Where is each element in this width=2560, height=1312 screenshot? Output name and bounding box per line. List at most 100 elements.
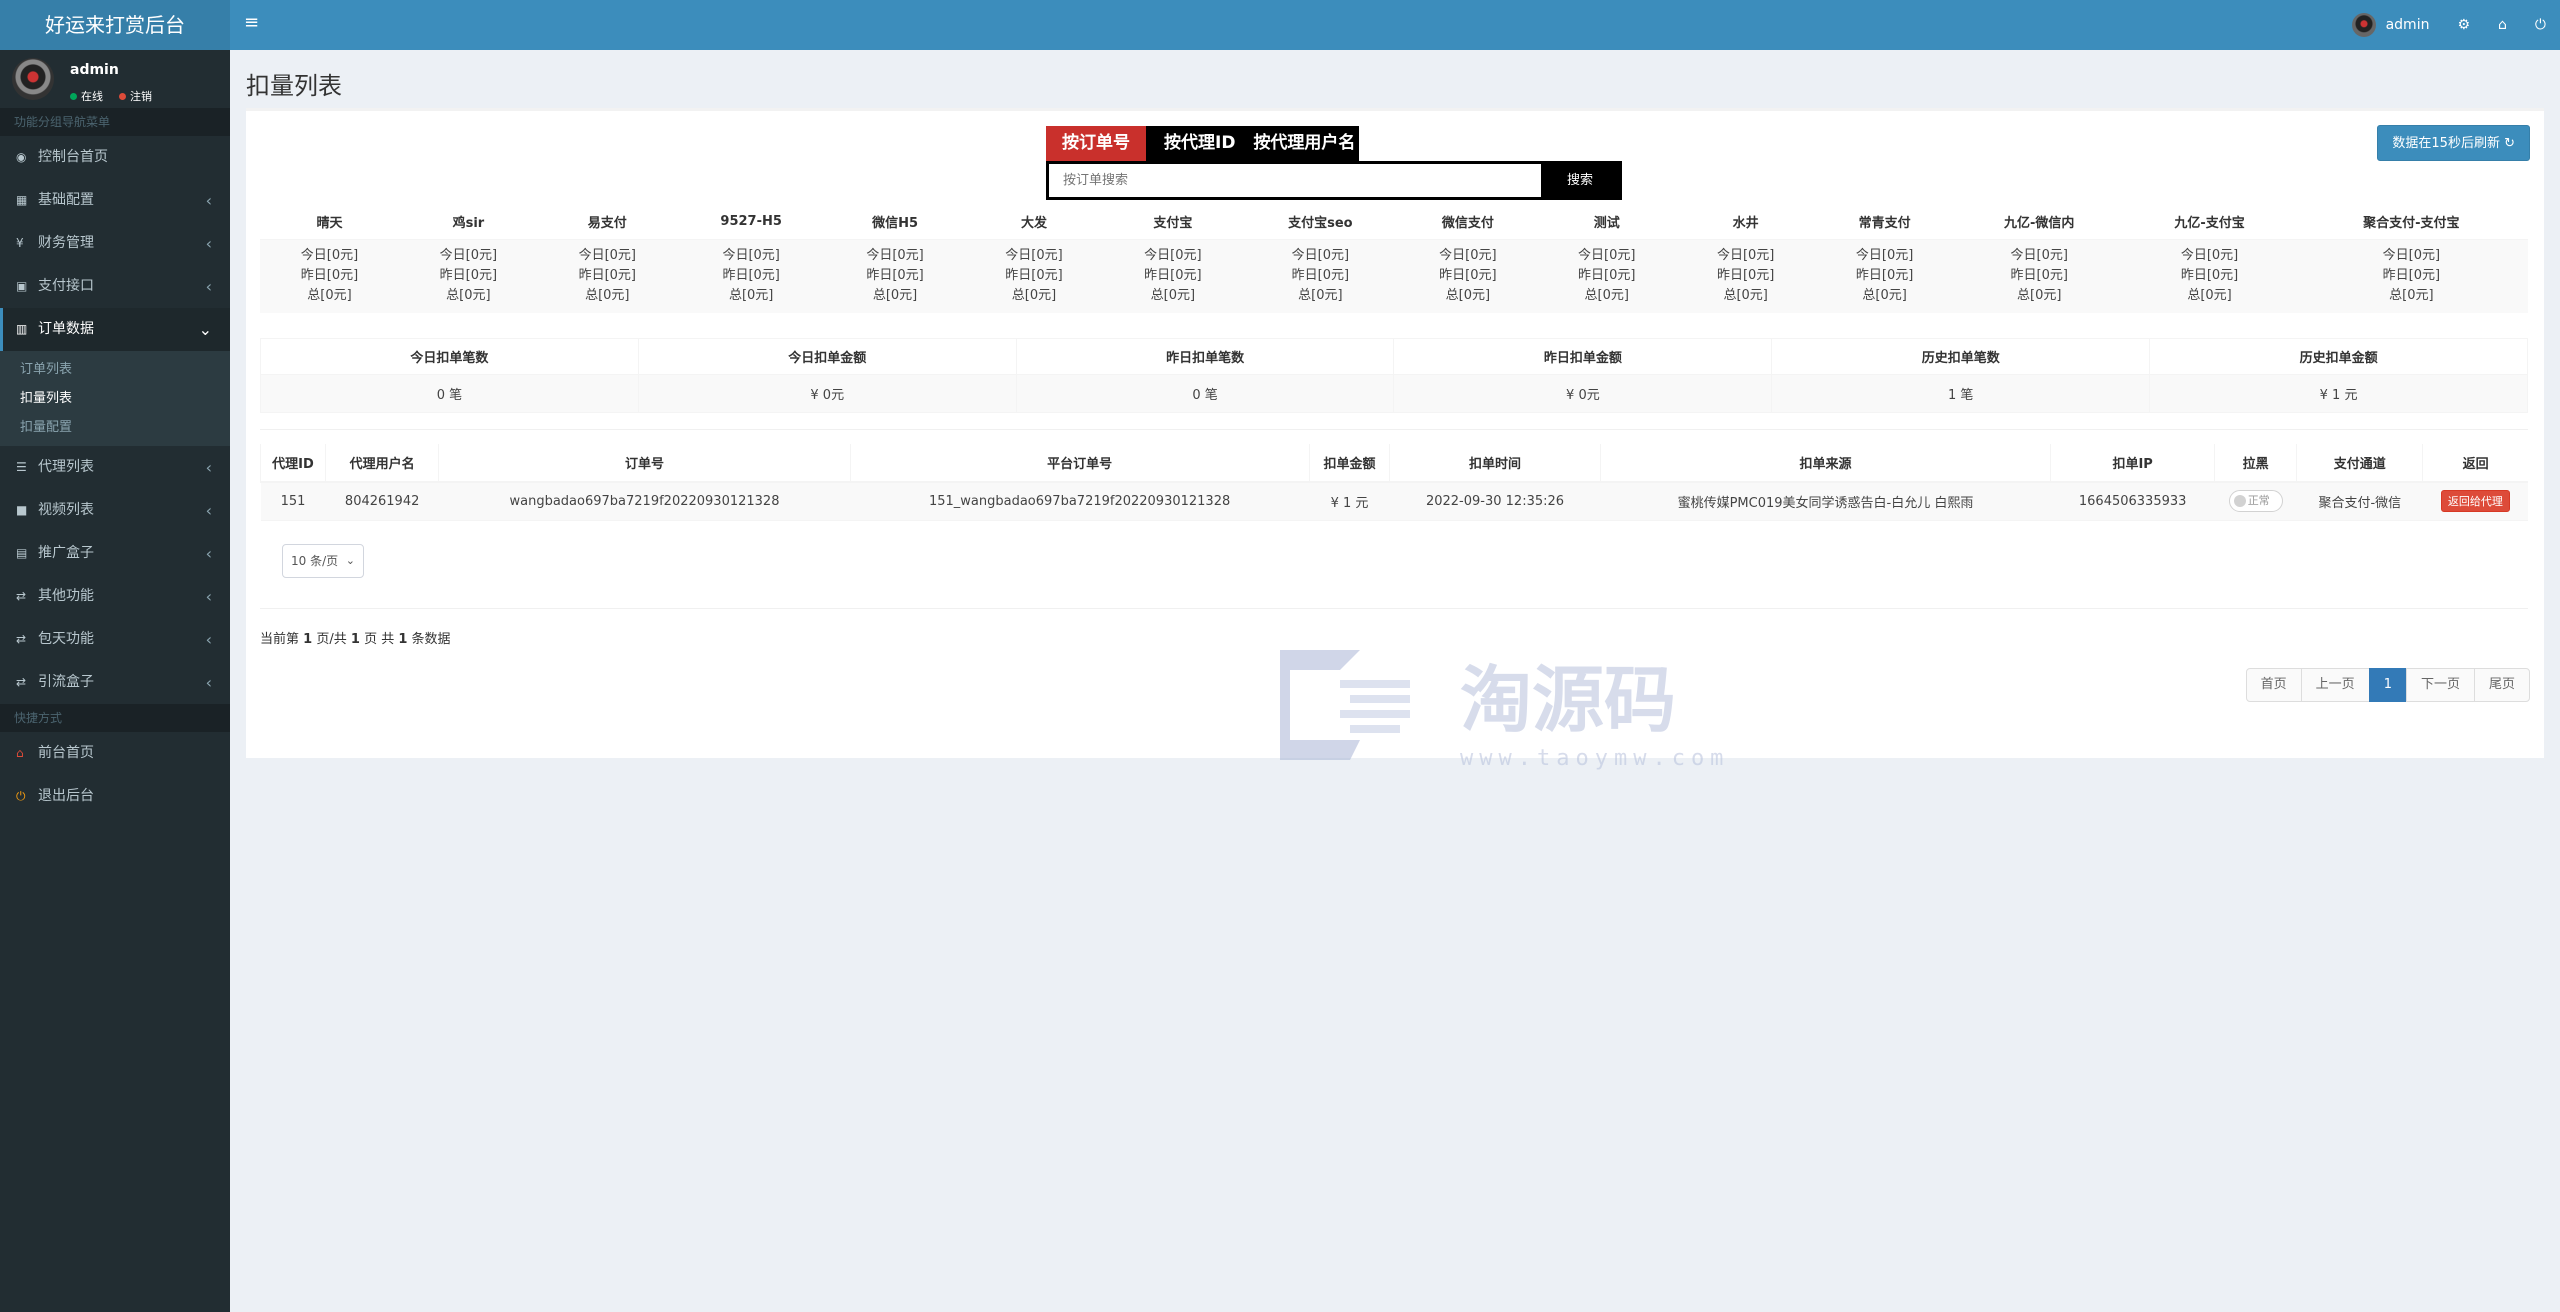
chevron-left-icon: ‹	[205, 234, 212, 253]
logout-link[interactable]: 注销	[119, 88, 152, 104]
deduction-stats-table: 今日扣单笔数 今日扣单金额 昨日扣单笔数 昨日扣单金额 历史扣单笔数 历史扣单金额 0 笔…	[260, 338, 2528, 413]
sidebar-item-payment[interactable]: ▣ 支付接口 ‹	[0, 265, 230, 308]
home-icon[interactable]: ⌂	[2498, 17, 2507, 33]
sidebar-item-label: 订单数据	[38, 321, 94, 337]
sidebar-item-promo-box[interactable]: ▤ 推广盒子 ‹	[0, 532, 230, 575]
channel-yesterday: 昨日[0元]	[2010, 268, 2068, 284]
channel-yesterday: 昨日[0元]	[1716, 268, 1775, 284]
channel-header: 微信支付	[1398, 205, 1538, 240]
divider	[260, 429, 2528, 430]
channel-today: 今日[0元]	[2010, 248, 2068, 264]
chevron-left-icon: ‹	[205, 544, 212, 563]
sidebar-item-basic-config[interactable]: ▦ 基础配置 ‹	[0, 179, 230, 222]
cell-agent-id: 151	[260, 482, 326, 521]
page-prev[interactable]: 上一页	[2300, 668, 2370, 702]
power-icon[interactable]: ⏻	[2535, 17, 2546, 33]
orders-header: 扣单来源	[1599, 444, 2051, 483]
channel-today: 今日[0元]	[1578, 248, 1636, 264]
cell-action: 返回给代理	[2422, 482, 2528, 521]
stats-value: 0 笔	[260, 374, 639, 413]
stats-header: 历史扣单金额	[2149, 338, 2528, 375]
sidebar-item-logout[interactable]: ⏻ 退出后台	[0, 775, 230, 818]
channel-yesterday: 昨日[0元]	[439, 268, 498, 284]
refresh-button[interactable]: 数据在15秒后刷新 ↻	[2377, 125, 2530, 161]
channel-today: 今日[0元]	[439, 248, 498, 264]
sidebar-section-header: 快捷方式	[0, 704, 230, 732]
bars-icon[interactable]: ≡	[244, 0, 259, 46]
channel-yesterday: 昨日[0元]	[1291, 268, 1350, 284]
top-user-menu[interactable]: admin	[2351, 13, 2429, 37]
sidebar: admin 在线 注销 功能分组导航菜单 ◉ 控制台首页 ▦ 基础配置 ‹ ¥ 财务管理…	[0, 50, 230, 1312]
stats-header: 今日扣单笔数	[260, 338, 639, 375]
tab-order-no[interactable]: 按订单号	[1046, 126, 1146, 161]
search-button[interactable]: 搜索	[1541, 164, 1619, 197]
sidebar-item-videos[interactable]: ■ 视频列表 ‹	[0, 489, 230, 532]
channel-today: 今日[0元]	[1439, 248, 1497, 264]
sidebar-item-dashboard[interactable]: ◉ 控制台首页	[0, 136, 230, 179]
blacklist-toggle[interactable]: 正常	[2228, 490, 2283, 513]
page-info-pages: 1	[350, 632, 360, 647]
sub-item-deduction-config[interactable]: 扣量配置	[0, 413, 230, 442]
channel-header: 测试	[1537, 205, 1677, 240]
sidebar-item-traffic-box[interactable]: ⇄ 引流盒子 ‹	[0, 661, 230, 704]
channel-total: 总[0元]	[1445, 288, 1491, 304]
tab-agent-username[interactable]: 按代理用户名	[1253, 126, 1359, 161]
chevron-left-icon: ‹	[205, 501, 212, 520]
channel-yesterday: 昨日[0元]	[1855, 268, 1914, 284]
page-info-mid: 页/共	[316, 632, 347, 647]
channel-today: 今日[0元]	[1291, 248, 1350, 264]
yen-icon: ¥	[16, 236, 24, 250]
toggle-knob	[2233, 495, 2246, 508]
cell-amount: ¥ 1 元	[1309, 482, 1390, 521]
stats-header: 昨日扣单笔数	[1015, 338, 1395, 375]
page-title: 扣量列表	[246, 72, 342, 100]
channel-yesterday: 昨日[0元]	[2382, 268, 2441, 284]
main-content: 扣量列表 按订单号 按代理ID 按代理用户名 搜索 数据在15秒后刷新 ↻ 晴天…	[230, 50, 2560, 1312]
page-first[interactable]: 首页	[2245, 668, 2302, 702]
sidebar-item-other[interactable]: ⇄ 其他功能 ‹	[0, 575, 230, 618]
cell-platform-no: 151_wangbadao697ba7219f20220930121328	[850, 482, 1310, 521]
channel-header: 水井	[1676, 205, 1816, 240]
sub-item-order-list[interactable]: 订单列表	[0, 355, 230, 384]
page-size-select[interactable]: 10 条/页 ⌄	[282, 544, 364, 578]
channel-header: 微信H5	[825, 205, 965, 240]
channel-header: 九亿-微信内	[1954, 205, 2125, 240]
sidebar-item-agents[interactable]: ☰ 代理列表 ‹	[0, 446, 230, 489]
cell-source: 蜜桃传媒PMC019美女同学诱惑告白-白允儿 白熙雨	[1600, 482, 2051, 521]
page-info-current: 1	[303, 632, 313, 647]
return-to-agent-button[interactable]: 返回给代理	[2440, 490, 2510, 513]
content-box: 按订单号 按代理ID 按代理用户名 搜索 数据在15秒后刷新 ↻ 晴天鸡sir易…	[246, 108, 2544, 758]
retweet-icon: ⇄	[16, 675, 27, 689]
page-next[interactable]: 下一页	[2405, 668, 2475, 702]
cogs-icon[interactable]: ⚙	[2457, 17, 2470, 33]
sidebar-item-label: 视频列表	[38, 502, 94, 518]
channel-today: 今日[0元]	[578, 248, 637, 264]
sidebar-item-finance[interactable]: ¥ 财务管理 ‹	[0, 222, 230, 265]
orders-header: 拉黑	[2214, 444, 2297, 483]
channel-total: 总[0元]	[1011, 288, 1057, 304]
channel-today: 今日[0元]	[300, 248, 359, 264]
page-current[interactable]: 1	[2368, 668, 2407, 702]
sub-item-deduction-list[interactable]: 扣量列表	[0, 384, 230, 413]
online-dot-icon	[70, 93, 77, 100]
online-label: 在线	[81, 90, 103, 103]
channel-cell: 今日[0元] 昨日[0元] 总[0元]	[1103, 239, 1243, 313]
sidebar-item-label: 支付接口	[38, 278, 94, 294]
channel-total: 总[0元]	[1862, 288, 1907, 304]
refresh-icon: ↻	[2504, 136, 2515, 151]
dashboard-icon: ◉	[16, 150, 27, 164]
logout-dot-icon	[119, 93, 126, 100]
sidebar-item-orders[interactable]: ▥ 订单数据 ⌄	[0, 308, 230, 351]
channel-header: 晴天	[260, 205, 399, 240]
page-last[interactable]: 尾页	[2473, 668, 2530, 702]
sidebar-item-daily-pass[interactable]: ⇄ 包天功能 ‹	[0, 618, 230, 661]
chevron-down-icon: ⌄	[345, 554, 355, 567]
sidebar-item-label: 推广盒子	[38, 545, 94, 561]
tab-agent-id[interactable]: 按代理ID	[1146, 126, 1253, 161]
channel-header: 常青支付	[1815, 205, 1955, 240]
channel-cell: 今日[0元] 昨日[0元] 总[0元]	[1242, 239, 1399, 313]
top-navbar: ≡ admin ⚙ ⌂ ⏻	[230, 0, 2560, 50]
search-input[interactable]	[1049, 164, 1541, 197]
sidebar-item-frontend[interactable]: ⌂ 前台首页	[0, 732, 230, 775]
app-logo[interactable]: 好运来打赏后台	[0, 0, 230, 50]
